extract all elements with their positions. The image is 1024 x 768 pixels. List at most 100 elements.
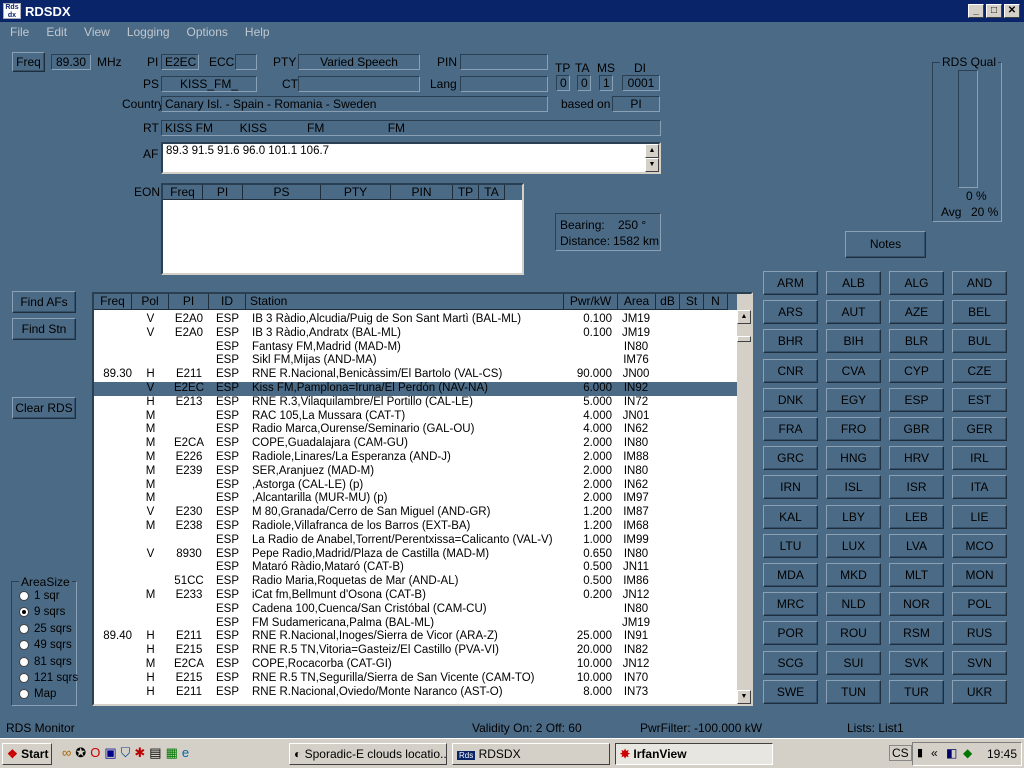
- country-button-mon[interactable]: MON: [952, 563, 1007, 587]
- ql-save-icon[interactable]: ▣: [104, 745, 116, 761]
- ql-app4-icon[interactable]: ▤: [149, 745, 161, 761]
- table-row[interactable]: M E2CA ESP COPE,Rocacorba (CAT-GI) 10.000 JN1…: [94, 658, 751, 672]
- country-button-mlt[interactable]: MLT: [889, 563, 944, 587]
- af-scroll-down-button[interactable]: ▼: [645, 158, 659, 172]
- table-row[interactable]: V E2EC ESP Kiss FM,Pamplona=Iruna/El Perdón…: [94, 381, 751, 396]
- country-button-bel[interactable]: BEL: [952, 300, 1007, 325]
- country-button-mkd[interactable]: MKD: [826, 563, 881, 587]
- country-button-isr[interactable]: ISR: [889, 475, 944, 500]
- table-row[interactable]: ESP FM Sudamericana,Palma (BAL-ML) JM19: [94, 617, 751, 631]
- table-row[interactable]: 89.40 H E211 ESP RNE R.Nacional,Inoges/Sierr…: [94, 630, 751, 644]
- col-pi[interactable]: PI: [169, 294, 209, 310]
- country-button-svn[interactable]: SVN: [952, 650, 1007, 675]
- country-button-irn[interactable]: IRN: [763, 475, 818, 500]
- table-row[interactable]: M E226 ESP Radiole,Linares/La Esperanza (AN…: [94, 451, 751, 465]
- country-button-bih[interactable]: BIH: [826, 329, 881, 354]
- country-button-cnr[interactable]: CNR: [763, 358, 818, 383]
- find-afs-button[interactable]: Find AFs: [12, 291, 76, 313]
- areasize-option[interactable]: Map: [19, 688, 77, 704]
- country-button-mda[interactable]: MDA: [763, 563, 818, 587]
- radio-icon[interactable]: [19, 689, 29, 700]
- country-button-dnk[interactable]: DNK: [763, 387, 818, 412]
- ql-app5-icon[interactable]: ▦: [166, 745, 178, 761]
- country-button-alg[interactable]: ALG: [889, 271, 944, 295]
- country-button-cva[interactable]: CVA: [826, 358, 881, 383]
- country-button-and[interactable]: AND: [952, 271, 1007, 295]
- areasize-option[interactable]: 81 sqrs: [19, 656, 77, 672]
- areasize-option[interactable]: 25 sqrs: [19, 623, 77, 639]
- country-button-pol[interactable]: POL: [952, 592, 1007, 617]
- eon-col-ps[interactable]: PS: [243, 185, 321, 200]
- freq-button[interactable]: Freq: [12, 52, 45, 72]
- ql-shield-icon[interactable]: ⛉: [121, 745, 131, 761]
- clear-rds-button[interactable]: Clear RDS: [12, 397, 76, 419]
- table-row[interactable]: ESP Sikl FM,Mijas (AND-MA) IM76: [94, 354, 751, 368]
- country-button-aze[interactable]: AZE: [889, 300, 944, 325]
- table-row[interactable]: 51CC ESP Radio Maria,Roquetas de Mar (AND-…: [94, 575, 751, 589]
- table-row[interactable]: H E215 ESP RNE R.5 TN,Vitoria=Gasteiz/El Ca…: [94, 644, 751, 658]
- menu-edit[interactable]: Edit: [36, 25, 74, 39]
- country-button-nor[interactable]: NOR: [889, 592, 944, 617]
- country-button-rou[interactable]: ROU: [826, 621, 881, 646]
- notes-button[interactable]: Notes: [845, 231, 926, 258]
- maximize-button[interactable]: □: [986, 4, 1002, 18]
- country-button-irl[interactable]: IRL: [952, 446, 1007, 471]
- table-scroll-down-button[interactable]: ▼: [737, 690, 751, 704]
- country-button-swe[interactable]: SWE: [763, 679, 818, 704]
- task-sporadic[interactable]: ◐ Sporadic-E clouds locatio...: [289, 743, 447, 765]
- country-button-hrv[interactable]: HRV: [889, 446, 944, 471]
- radio-icon[interactable]: [19, 656, 29, 667]
- table-row[interactable]: H E215 ESP RNE R.5 TN,Segurilla/Sierra de S…: [94, 672, 751, 686]
- table-row[interactable]: M E2CA ESP COPE,Guadalajara (CAM-GU) 2.000 IN…: [94, 437, 751, 451]
- country-button-isl[interactable]: ISL: [826, 475, 881, 500]
- find-stn-button[interactable]: Find Stn: [12, 318, 76, 340]
- country-button-lie[interactable]: LIE: [952, 504, 1007, 529]
- tray-network-icon[interactable]: ◧: [946, 746, 957, 760]
- table-row[interactable]: V E2A0 ESP IB 3 Ràdio,Alcudia/Puig de Son S…: [94, 313, 751, 327]
- country-button-rsm[interactable]: RSM: [889, 621, 944, 646]
- ql-app1-icon[interactable]: ∞: [62, 745, 71, 761]
- country-button-lva[interactable]: LVA: [889, 533, 944, 558]
- radio-icon[interactable]: [19, 590, 29, 601]
- table-row[interactable]: V E2A0 ESP IB 3 Ràdio,Andratx (BAL-ML) 0.100…: [94, 327, 751, 341]
- eon-col-freq[interactable]: Freq: [163, 185, 203, 200]
- ql-app2-icon[interactable]: ✪: [75, 745, 86, 761]
- table-row[interactable]: 89.30 H E211 ESP RNE R.Nacional,Benicàssim/E…: [94, 368, 751, 382]
- country-button-lby[interactable]: LBY: [826, 504, 881, 529]
- country-button-nld[interactable]: NLD: [826, 592, 881, 617]
- table-row[interactable]: H E213 ESP RNE R.3,Vilaquilambre/El Portill…: [94, 396, 751, 410]
- col-st[interactable]: St: [680, 294, 704, 310]
- table-row[interactable]: ESP Cadena 100,Cuenca/San Cristóbal (CAM-…: [94, 603, 751, 617]
- country-button-est[interactable]: EST: [952, 387, 1007, 412]
- country-button-rus[interactable]: RUS: [952, 621, 1007, 646]
- country-button-sui[interactable]: SUI: [826, 650, 881, 675]
- country-button-ars[interactable]: ARS: [763, 300, 818, 325]
- country-button-hng[interactable]: HNG: [826, 446, 881, 471]
- station-table[interactable]: Freq Pol PI ID Station Pwr/kW Area dB St…: [92, 292, 753, 706]
- table-row[interactable]: M E233 ESP iCat fm,Bellmunt d'Osona (CAT-B)…: [94, 589, 751, 603]
- country-button-esp[interactable]: ESP: [889, 387, 944, 412]
- areasize-option[interactable]: 121 sqrs: [19, 672, 78, 688]
- country-button-ltu[interactable]: LTU: [763, 533, 818, 558]
- menu-help[interactable]: Help: [235, 25, 277, 39]
- table-row[interactable]: M ESP ,Astorga (CAL-LE) (p) 2.000 IN62: [94, 479, 751, 493]
- ql-app3-icon[interactable]: ✱: [134, 745, 145, 761]
- table-scroll-thumb[interactable]: [737, 336, 751, 342]
- close-button[interactable]: ✕: [1004, 4, 1020, 18]
- country-button-blr[interactable]: BLR: [889, 329, 944, 354]
- eon-list[interactable]: Freq PI PS PTY PIN TP TA: [161, 183, 524, 275]
- country-button-fro[interactable]: FRO: [826, 417, 881, 441]
- country-button-por[interactable]: POR: [763, 621, 818, 646]
- table-row[interactable]: V E230 ESP M 80,Granada/Cerro de San Miguel…: [94, 506, 751, 520]
- table-scrollbar[interactable]: ▲ ▼: [737, 294, 751, 704]
- country-button-tun[interactable]: TUN: [826, 679, 881, 704]
- table-row[interactable]: ESP Fantasy FM,Madrid (MAD-M) IN80: [94, 341, 751, 355]
- col-id[interactable]: ID: [209, 294, 246, 310]
- tray-input-icon[interactable]: ▮: [917, 746, 923, 759]
- menu-view[interactable]: View: [74, 25, 117, 39]
- tray-cs[interactable]: CS: [889, 745, 912, 761]
- areasize-option[interactable]: 1 sqr: [19, 590, 77, 606]
- country-button-tur[interactable]: TUR: [889, 679, 944, 704]
- areasize-option[interactable]: 49 sqrs: [19, 639, 77, 655]
- table-row[interactable]: M ESP Radio Marca,Ourense/Seminario (GAL-O…: [94, 423, 751, 437]
